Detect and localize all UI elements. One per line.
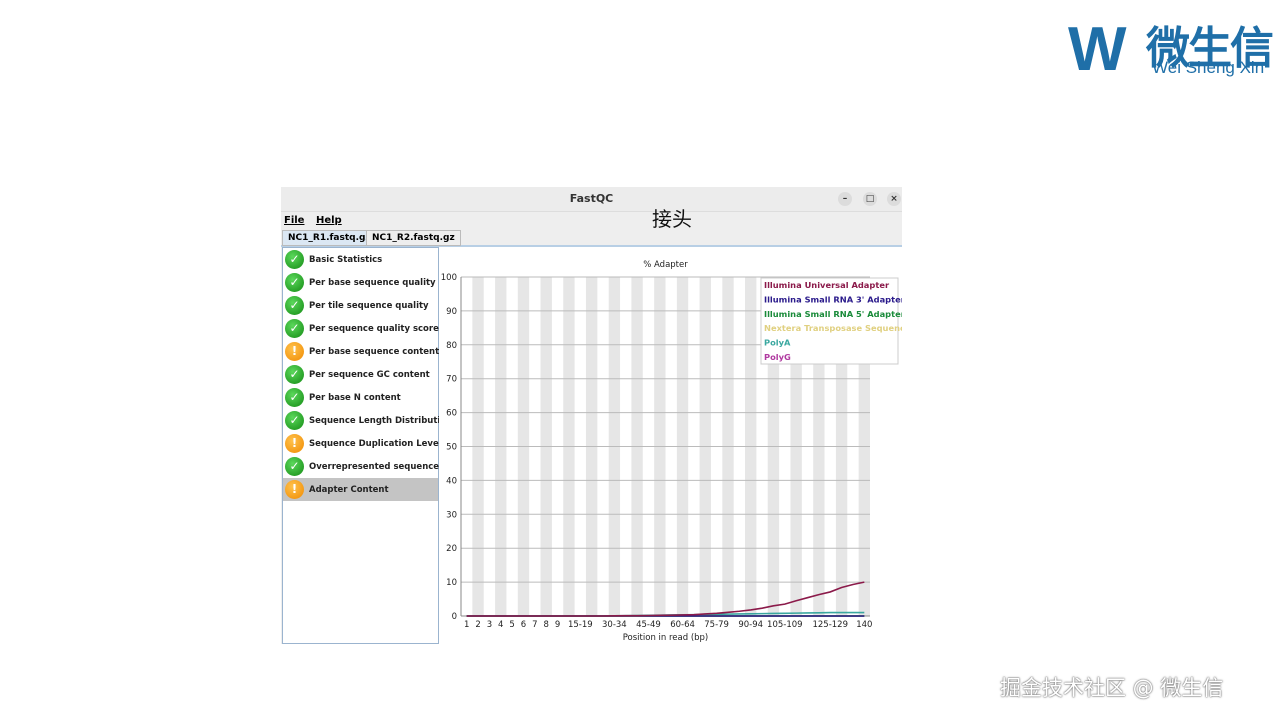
- x-tick-label: 105-109: [767, 620, 803, 630]
- file-tabs: NC1_R1.fastq.gz NC1_R2.fastq.gz: [281, 230, 902, 247]
- pass-check-icon: ✓: [285, 319, 304, 338]
- x-tick-label: 9: [555, 620, 560, 630]
- module-item[interactable]: ✓ Sequence Length Distribution: [283, 409, 452, 432]
- x-tick-label: 1: [464, 620, 469, 630]
- chart-title: % Adapter: [643, 260, 688, 270]
- close-button[interactable]: ×: [887, 192, 901, 206]
- x-tick-label: 4: [498, 620, 503, 630]
- x-tick-label: 140: [856, 620, 872, 630]
- module-label: Adapter Content: [309, 484, 389, 495]
- y-tick-label: 50: [446, 443, 457, 453]
- module-item[interactable]: ! Adapter Content: [283, 478, 438, 501]
- window-title: FastQC: [569, 192, 614, 205]
- module-item[interactable]: ✓ Per tile sequence quality: [283, 294, 438, 317]
- x-tick-label: 6: [521, 620, 526, 630]
- module-label: Per base sequence quality: [309, 277, 436, 288]
- legend-entry: PolyA: [764, 338, 791, 348]
- module-label: Per tile sequence quality: [309, 300, 429, 311]
- y-tick-label: 40: [446, 476, 457, 486]
- chart-svg: 0 10 20 30 40 50 60 70 80 90 100 1 2 3 4 5 6 7 8 9 15-19 30-3…: [441, 260, 911, 643]
- pass-check-icon: ✓: [285, 388, 304, 407]
- module-item[interactable]: ✓ Per sequence quality scores: [283, 317, 444, 340]
- module-item[interactable]: ✓ Per base sequence quality: [283, 271, 438, 294]
- fastqc-window: FastQC – □ × File Help NC1_R1.fastq.gz N…: [281, 187, 911, 644]
- x-tick-label: 75-79: [704, 620, 729, 630]
- y-tick-label: 60: [446, 409, 457, 419]
- module-list: ✓ Basic Statistics ✓ Per base sequence qual…: [282, 247, 452, 644]
- module-label: Per base sequence content: [309, 346, 440, 357]
- tab-r1[interactable]: NC1_R1.fastq.gz: [282, 230, 377, 246]
- warning-icon: !: [285, 480, 304, 499]
- warning-icon: !: [285, 434, 304, 453]
- pass-check-icon: ✓: [285, 296, 304, 315]
- minimize-button[interactable]: –: [838, 192, 852, 206]
- y-tick-label: 10: [446, 578, 457, 588]
- y-tick-label: 70: [446, 375, 457, 385]
- y-tick-label: 90: [446, 307, 457, 317]
- module-label: Overrepresented sequences: [309, 461, 445, 472]
- module-item[interactable]: ✓ Overrepresented sequences: [283, 455, 444, 478]
- y-tick-label: 80: [446, 341, 457, 351]
- watermark: 掘金技术社区 @ 微生信: [1000, 676, 1224, 700]
- legend-entry: Illumina Universal Adapter: [764, 280, 890, 290]
- title-bar: FastQC – □ ×: [281, 187, 902, 212]
- menu-help[interactable]: Help: [316, 215, 342, 226]
- x-tick-label: 3: [487, 620, 492, 630]
- x-tick-label: 15-19: [568, 620, 593, 630]
- x-tick-label: 60-64: [670, 620, 695, 630]
- logo-mark: W: [1068, 15, 1126, 84]
- module-item[interactable]: ! Sequence Duplication Levels: [283, 432, 447, 455]
- y-tick-label: 30: [446, 510, 457, 520]
- menu-file[interactable]: File: [284, 215, 304, 226]
- module-label: Sequence Length Distribution: [309, 415, 453, 426]
- x-tick-label: 5: [509, 620, 514, 630]
- module-item[interactable]: ✓ Per base N content: [283, 386, 438, 409]
- tab-r2[interactable]: NC1_R2.fastq.gz: [366, 230, 461, 246]
- legend-entry: PolyG: [764, 352, 791, 362]
- y-tick-label: 100: [441, 273, 457, 283]
- module-label: Per sequence GC content: [309, 369, 430, 380]
- module-item[interactable]: ✓ Basic Statistics: [283, 248, 438, 271]
- adapter-chart: 0 10 20 30 40 50 60 70 80 90 100 1 2 3 4 5 6 7 8 9 15-19 30-3…: [439, 247, 911, 644]
- module-label: Per sequence quality scores: [309, 323, 444, 334]
- x-tick-label: 30-34: [602, 620, 627, 630]
- x-tick-label: 7: [532, 620, 537, 630]
- module-item[interactable]: ! Per base sequence content: [283, 340, 440, 363]
- legend-entry: Nextera Transposase Sequence: [764, 323, 902, 333]
- x-tick-label: 90-94: [738, 620, 763, 630]
- x-tick-label: 2: [475, 620, 480, 630]
- x-axis-label: Position in read (bp): [623, 633, 709, 643]
- pass-check-icon: ✓: [285, 365, 304, 384]
- x-tick-label: 45-49: [636, 620, 661, 630]
- module-label: Sequence Duplication Levels: [309, 438, 447, 449]
- module-label: Per base N content: [309, 392, 401, 403]
- pass-check-icon: ✓: [285, 273, 304, 292]
- legend-entry: Illumina Small RNA 5' Adapter: [764, 309, 902, 319]
- module-label: Basic Statistics: [309, 254, 383, 265]
- x-tick-label: 8: [543, 620, 548, 630]
- pass-check-icon: ✓: [285, 411, 304, 430]
- y-tick-label: 20: [446, 544, 457, 554]
- brand-logo: W 微生信 Wei Sheng Xin: [1068, 12, 1278, 84]
- menu-bar: File Help: [281, 212, 902, 230]
- warning-icon: !: [285, 342, 304, 361]
- maximize-button[interactable]: □: [863, 192, 877, 206]
- pass-check-icon: ✓: [285, 250, 304, 269]
- annotation-label: 接头: [652, 207, 692, 231]
- module-item[interactable]: ✓ Per sequence GC content: [283, 363, 438, 386]
- legend-entry: Illumina Small RNA 3' Adapter: [764, 294, 902, 304]
- y-tick-label: 0: [452, 612, 457, 622]
- logo-en: Wei Sheng Xin: [1152, 58, 1265, 77]
- pass-check-icon: ✓: [285, 457, 304, 476]
- x-tick-label: 125-129: [812, 620, 848, 630]
